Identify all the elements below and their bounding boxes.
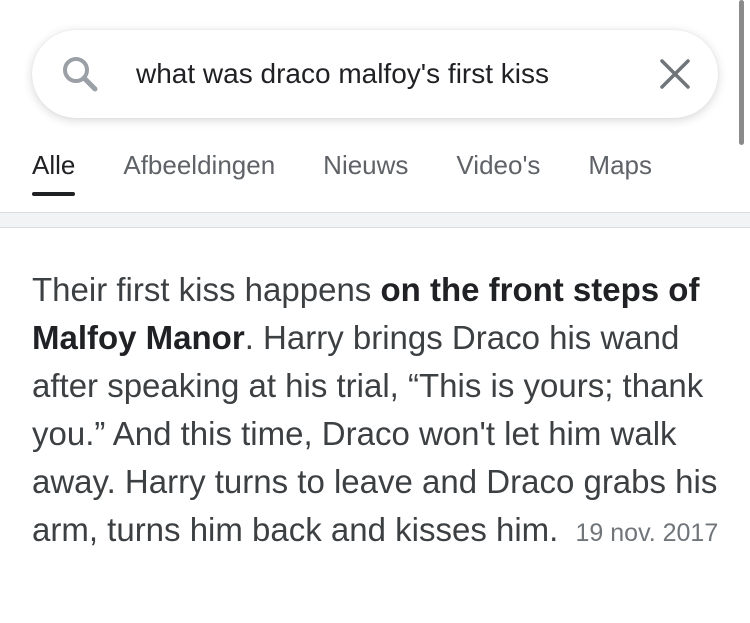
search-tabs: Alle Afbeeldingen Nieuws Video's Maps	[32, 150, 700, 196]
tab-all[interactable]: Alle	[32, 150, 76, 196]
scrollbar[interactable]	[739, 0, 744, 145]
search-icon[interactable]	[60, 54, 100, 94]
featured-snippet: Their first kiss happens on the front st…	[32, 266, 732, 557]
snippet-date: 19 nov. 2017	[575, 519, 719, 547]
tab-images[interactable]: Afbeeldingen	[123, 150, 275, 196]
snippet-text-before: Their first kiss happens	[32, 271, 381, 308]
search-input[interactable]	[136, 52, 636, 96]
close-icon[interactable]	[658, 57, 692, 91]
tab-news[interactable]: Nieuws	[323, 150, 408, 196]
tab-videos[interactable]: Video's	[456, 150, 540, 196]
search-bar[interactable]	[32, 30, 718, 118]
section-divider	[0, 212, 750, 228]
tab-maps[interactable]: Maps	[588, 150, 652, 196]
